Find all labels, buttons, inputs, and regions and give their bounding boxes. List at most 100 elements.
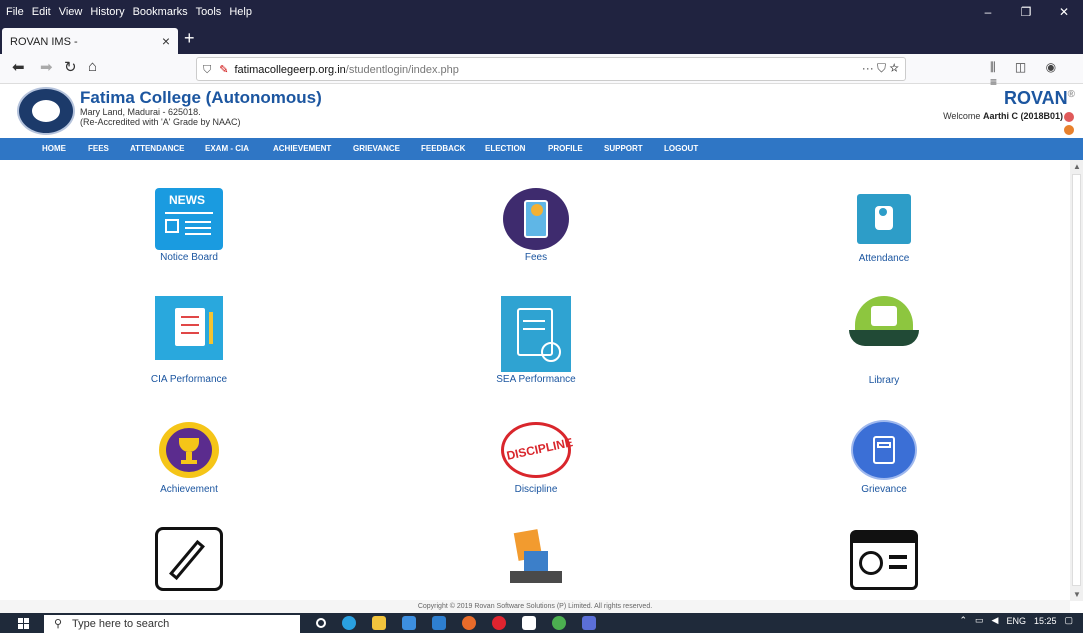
nav-fees[interactable]: FEES <box>88 144 109 153</box>
page-scrollbar[interactable]: ▲ ▼ <box>1070 160 1083 601</box>
document-icon[interactable] <box>522 616 536 630</box>
navigation-toolbar: ⬅ ➡ ↻ ⌂ ⛉ ✎ fatimacollegeerp.org.in/studen… <box>0 54 1083 89</box>
tile-feedback[interactable] <box>104 527 274 591</box>
tile-cia-performance[interactable]: CIA Performance <box>104 296 274 385</box>
rovan-brand: ROVAN® <box>1004 88 1075 109</box>
mail-icon[interactable] <box>432 616 446 630</box>
insecure-lock-icon[interactable]: ✎ <box>219 64 228 76</box>
forward-icon[interactable]: ➡ <box>40 58 53 76</box>
nav-logout[interactable]: LOGOUT <box>664 144 698 153</box>
menu-tools[interactable]: Tools <box>196 6 222 18</box>
reload-icon[interactable]: ↻ <box>64 58 77 76</box>
nav-support[interactable]: SUPPORT <box>604 144 643 153</box>
notification-icon[interactable] <box>1064 125 1074 135</box>
menu-edit[interactable]: Edit <box>32 6 51 18</box>
menu-view[interactable]: View <box>59 6 83 18</box>
scroll-up-icon[interactable]: ▲ <box>1073 162 1081 171</box>
close-window-icon[interactable]: ✕ <box>1045 0 1083 24</box>
news-icon: NEWS <box>155 188 223 250</box>
url-actions[interactable]: ··· ⛉ ☆ <box>862 61 899 76</box>
tab-rovan[interactable]: ROVAN IMS - × <box>2 28 178 54</box>
tile-achievement[interactable]: Achievement <box>104 422 274 495</box>
window-controls: – ❐ ✕ <box>969 0 1083 24</box>
menu-file[interactable]: File <box>6 6 24 18</box>
network-icon[interactable]: ▭ <box>975 615 984 626</box>
tab-title: ROVAN IMS - <box>10 36 78 48</box>
nav-grievance[interactable]: GRIEVANCE <box>353 144 400 153</box>
nav-feedback[interactable]: FEEDBACK <box>421 144 465 153</box>
menu-history[interactable]: History <box>90 6 124 18</box>
menu-bookmarks[interactable]: Bookmarks <box>133 6 188 18</box>
scroll-down-icon[interactable]: ▼ <box>1073 590 1081 599</box>
registered-icon: ® <box>1067 89 1075 100</box>
main-nav: HOME FEES ATTENDANCE EXAM - CIA ACHIEVEM… <box>0 138 1083 160</box>
taskbar-search[interactable]: ⚲ Type here to search <box>44 615 300 633</box>
url-bar[interactable]: ⛉ ✎ fatimacollegeerp.org.in/studentlogin/i… <box>196 57 906 81</box>
tile-fees[interactable]: Fees <box>451 188 621 263</box>
clock[interactable]: 15:25 <box>1034 616 1057 626</box>
shield-icon[interactable]: ⛉ <box>203 64 211 76</box>
volume-icon[interactable]: ◀ <box>992 615 999 626</box>
tile-attendance[interactable]: Attendance <box>799 194 969 264</box>
dashboard-content: NEWS Notice Board Fees Attendance CIA Pe… <box>0 160 1070 601</box>
tile-election[interactable] <box>451 527 621 587</box>
firefox-icon[interactable] <box>462 616 476 630</box>
app-icon[interactable] <box>582 616 596 630</box>
college-logo <box>17 87 75 135</box>
opera-icon[interactable] <box>492 616 506 630</box>
welcome-prefix: Welcome <box>943 111 981 121</box>
maximize-icon[interactable]: ❐ <box>1007 0 1045 24</box>
library-icon[interactable]: ⫼ <box>990 60 996 74</box>
browser-window: File Edit View History Bookmarks Tools H… <box>0 0 1083 633</box>
minimize-icon[interactable]: – <box>969 0 1007 24</box>
windows-taskbar: ⚲ Type here to search ⌃ ▭ ◀ ENG 15:25 ▢ <box>0 613 1083 633</box>
windows-start-icon[interactable] <box>18 618 29 629</box>
tile-grievance[interactable]: Grievance <box>799 420 969 495</box>
nav-election[interactable]: ELECTION <box>485 144 525 153</box>
sidebar-icon[interactable]: ◫ <box>1015 60 1026 74</box>
edge-icon[interactable] <box>342 616 356 630</box>
tile-library[interactable]: Library <box>799 296 969 386</box>
tile-label: Library <box>868 375 900 386</box>
feedback-pencil-icon <box>155 527 223 591</box>
language-indicator[interactable]: ENG <box>1006 616 1026 626</box>
tile-label: CIA Performance <box>150 374 228 385</box>
chrome-icon[interactable] <box>552 616 566 630</box>
account-icon[interactable]: ◉ <box>1046 60 1056 74</box>
tile-notice-board[interactable]: NEWS Notice Board <box>104 188 274 263</box>
nav-exam-cia[interactable]: EXAM - CIA <box>205 144 249 153</box>
home-icon[interactable]: ⌂ <box>88 58 97 75</box>
close-tab-icon[interactable]: × <box>162 33 170 49</box>
menu-bar: File Edit View History Bookmarks Tools H… <box>0 0 1083 24</box>
menu-help[interactable]: Help <box>229 6 252 18</box>
back-icon[interactable]: ⬅ <box>12 58 25 76</box>
college-accreditation: (Re-Accredited with 'A' Grade by NAAC) <box>80 117 241 127</box>
tile-label: Discipline <box>514 484 558 495</box>
welcome-text: Welcome Aarthi C (2018B01) <box>943 111 1063 121</box>
tile-sea-performance[interactable]: SEA Performance <box>451 296 621 385</box>
sea-performance-icon <box>501 296 571 372</box>
cia-performance-icon <box>155 296 223 360</box>
nav-attendance[interactable]: ATTENDANCE <box>130 144 185 153</box>
tile-label: Notice Board <box>160 252 218 263</box>
fees-icon <box>503 188 569 250</box>
user-name: Aarthi C (2018B01) <box>982 111 1063 121</box>
user-badge-icon[interactable] <box>1064 112 1074 122</box>
profile-card-icon <box>850 530 918 590</box>
tray-chevron-icon[interactable]: ⌃ <box>959 615 967 626</box>
file-explorer-icon[interactable] <box>372 616 386 630</box>
cortana-icon[interactable] <box>316 618 326 628</box>
nav-profile[interactable]: PROFILE <box>548 144 583 153</box>
tile-profile[interactable] <box>799 530 969 590</box>
nav-home[interactable]: HOME <box>42 144 66 153</box>
notifications-icon[interactable]: ▢ <box>1064 615 1073 626</box>
store-icon[interactable] <box>402 616 416 630</box>
site-header: Fatima College (Autonomous) Mary Land, M… <box>0 85 1083 138</box>
new-tab-icon[interactable]: + <box>184 28 195 49</box>
tile-discipline[interactable]: DISCIPLINE Discipline <box>451 422 621 495</box>
tile-label: Grievance <box>861 484 907 495</box>
library-book-icon <box>849 296 919 348</box>
discipline-stamp-text: DISCIPLINE <box>505 435 575 463</box>
nav-achievement[interactable]: ACHIEVEMENT <box>273 144 331 153</box>
scroll-thumb[interactable] <box>1072 174 1081 586</box>
